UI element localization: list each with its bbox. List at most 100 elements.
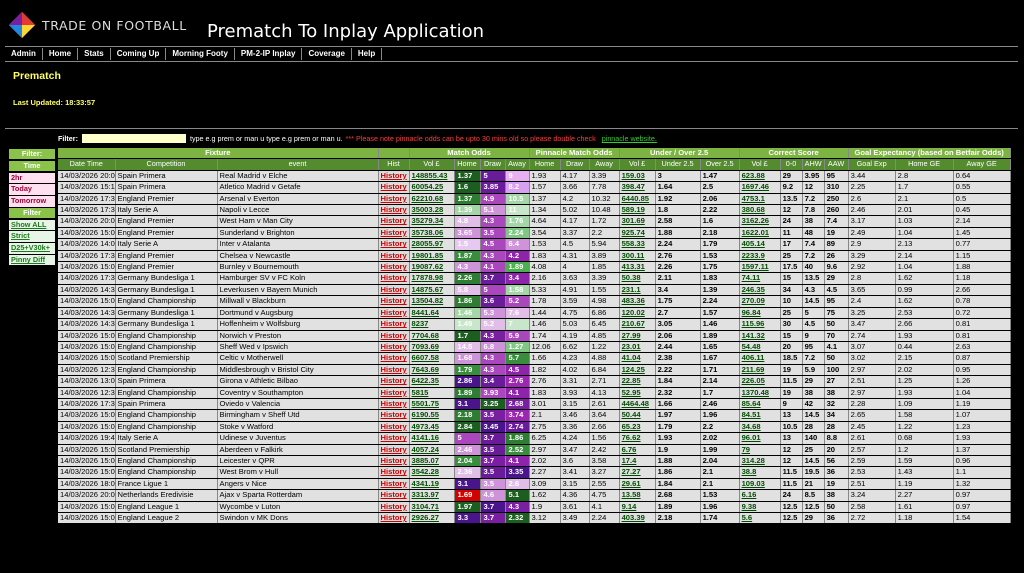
cell-cs-vol[interactable]: 1622.01 bbox=[739, 227, 781, 240]
cell-hist[interactable]: History bbox=[378, 238, 410, 251]
cell-hist[interactable]: History bbox=[378, 181, 410, 194]
cell-vol[interactable]: 60054.25 bbox=[409, 181, 455, 194]
cell-vol[interactable]: 8441.64 bbox=[409, 307, 455, 320]
cell-vol[interactable]: 3885.07 bbox=[409, 455, 455, 468]
nav-admin[interactable]: Admin bbox=[5, 48, 43, 60]
cell-hist[interactable]: History bbox=[378, 489, 410, 502]
cell-vol[interactable]: 5501.75 bbox=[409, 398, 455, 411]
cell-hist[interactable]: History bbox=[378, 352, 410, 365]
cell-vol[interactable]: 17878.98 bbox=[409, 272, 455, 285]
cell-vol[interactable]: 3104.71 bbox=[409, 501, 455, 514]
cell-hist[interactable]: History bbox=[378, 215, 410, 228]
cell-vol[interactable]: 4341.19 bbox=[409, 478, 455, 491]
time-2hr[interactable]: 2hr bbox=[9, 172, 55, 183]
cell-hist[interactable]: History bbox=[378, 375, 410, 388]
cell-ou-vol[interactable]: 50.44 bbox=[619, 409, 656, 422]
cell-ou-vol[interactable]: 558.33 bbox=[619, 238, 656, 251]
cell-ou-vol[interactable]: 13.58 bbox=[619, 489, 656, 502]
cell-cs-vol[interactable]: 96.84 bbox=[739, 307, 781, 320]
cell-cs-vol[interactable]: 246.35 bbox=[739, 284, 781, 297]
cell-cs-vol[interactable]: 109.03 bbox=[739, 478, 781, 491]
cell-vol[interactable]: 35003.28 bbox=[409, 204, 455, 217]
cell-vol[interactable]: 4973.45 bbox=[409, 421, 455, 434]
cell-cs-vol[interactable]: 380.68 bbox=[739, 204, 781, 217]
nav-stats[interactable]: Stats bbox=[78, 48, 111, 60]
cell-hist[interactable]: History bbox=[378, 444, 410, 456]
nav-pm-2-ip-inplay[interactable]: PM-2-IP Inplay bbox=[235, 48, 303, 60]
cell-ou-vol[interactable]: 398.47 bbox=[619, 181, 656, 194]
cell-ou-vol[interactable]: 403.39 bbox=[619, 512, 656, 525]
cell-vol[interactable]: 3542.28 bbox=[409, 466, 455, 479]
cell-vol[interactable]: 62210.68 bbox=[409, 193, 455, 206]
cell-ou-vol[interactable]: 76.62 bbox=[619, 432, 656, 445]
cell-vol[interactable]: 6190.55 bbox=[409, 409, 455, 422]
cell-hist[interactable]: History bbox=[378, 478, 410, 491]
cell-ou-vol[interactable]: 52.95 bbox=[619, 387, 656, 399]
cell-hist[interactable]: History bbox=[378, 421, 410, 434]
cell-cs-vol[interactable]: 4753.1 bbox=[739, 193, 781, 206]
cell-hist[interactable]: History bbox=[378, 307, 410, 320]
nav-help[interactable]: Help bbox=[352, 48, 383, 60]
cell-cs-vol[interactable]: 34.68 bbox=[739, 421, 781, 434]
cell-cs-vol[interactable]: 6.16 bbox=[739, 489, 781, 502]
cell-ou-vol[interactable]: 413.31 bbox=[619, 261, 656, 274]
cell-vol[interactable]: 35738.06 bbox=[409, 227, 455, 240]
cell-cs-vol[interactable]: 1697.46 bbox=[739, 181, 781, 194]
filter-show-all[interactable]: Show ALL bbox=[9, 219, 55, 231]
cell-ou-vol[interactable]: 27.99 bbox=[619, 330, 656, 342]
filter-input[interactable] bbox=[81, 134, 186, 143]
cell-cs-vol[interactable]: 1597.11 bbox=[739, 261, 781, 274]
cell-vol[interactable]: 19801.85 bbox=[409, 250, 455, 263]
cell-cs-vol[interactable]: 226.05 bbox=[739, 375, 781, 388]
nav-home[interactable]: Home bbox=[43, 48, 79, 60]
cell-cs-vol[interactable]: 211.69 bbox=[739, 364, 781, 377]
cell-cs-vol[interactable]: 623.88 bbox=[739, 170, 781, 183]
cell-ou-vol[interactable]: 483.36 bbox=[619, 295, 656, 308]
cell-ou-vol[interactable]: 65.23 bbox=[619, 421, 656, 434]
cell-cs-vol[interactable]: 270.09 bbox=[739, 295, 781, 308]
filter-strict[interactable]: Strict bbox=[9, 231, 55, 242]
cell-hist[interactable]: History bbox=[378, 409, 410, 422]
cell-vol[interactable]: 19087.62 bbox=[409, 261, 455, 274]
cell-ou-vol[interactable]: 300.11 bbox=[619, 250, 656, 263]
pinnacle-link[interactable]: pinnacle website. bbox=[602, 134, 657, 143]
nav-coverage[interactable]: Coverage bbox=[302, 48, 352, 60]
cell-hist[interactable]: History bbox=[378, 501, 410, 514]
cell-vol[interactable]: 4057.24 bbox=[409, 444, 455, 456]
cell-hist[interactable]: History bbox=[378, 295, 410, 308]
time-tomorrow[interactable]: Tomorrow bbox=[9, 196, 55, 207]
cell-cs-vol[interactable]: 74.11 bbox=[739, 272, 781, 285]
brand[interactable]: TRADE ON FOOTBALL bbox=[8, 11, 187, 39]
cell-cs-vol[interactable]: 1370.48 bbox=[739, 387, 781, 399]
cell-hist[interactable]: History bbox=[378, 170, 410, 183]
cell-vol[interactable]: 6422.35 bbox=[409, 375, 455, 388]
col-vol[interactable]: Vol £ bbox=[409, 158, 455, 171]
cell-ou-vol[interactable]: 124.25 bbox=[619, 364, 656, 377]
cell-cs-vol[interactable]: 9.38 bbox=[739, 501, 781, 514]
cell-cs-vol[interactable]: 406.11 bbox=[739, 352, 781, 365]
cell-hist[interactable]: History bbox=[378, 250, 410, 263]
cell-hist[interactable]: History bbox=[378, 512, 410, 525]
cell-ou-vol[interactable]: 159.03 bbox=[619, 170, 656, 183]
cell-cs-vol[interactable]: 314.28 bbox=[739, 455, 781, 468]
cell-vol[interactable]: 5815 bbox=[409, 387, 455, 399]
col-date-time[interactable]: Date Time bbox=[58, 158, 116, 171]
cell-hist[interactable]: History bbox=[378, 204, 410, 217]
cell-vol[interactable]: 7643.69 bbox=[409, 364, 455, 377]
cell-vol[interactable]: 148855.43 bbox=[409, 170, 455, 183]
cell-cs-vol[interactable]: 84.51 bbox=[739, 409, 781, 422]
cell-hist[interactable]: History bbox=[378, 387, 410, 399]
cell-ou-vol[interactable]: 22.85 bbox=[619, 375, 656, 388]
cell-vol[interactable]: 6607.58 bbox=[409, 352, 455, 365]
cell-cs-vol[interactable]: 5.6 bbox=[739, 512, 781, 525]
cell-cs-vol[interactable]: 141.32 bbox=[739, 330, 781, 342]
cell-hist[interactable]: History bbox=[378, 455, 410, 468]
cell-vol[interactable]: 28055.97 bbox=[409, 238, 455, 251]
cell-cs-vol[interactable]: 79 bbox=[739, 444, 781, 456]
cell-vol[interactable]: 3313.97 bbox=[409, 489, 455, 502]
cell-vol[interactable]: 8237 bbox=[409, 318, 455, 331]
cell-ou-vol[interactable]: 17.4 bbox=[619, 455, 656, 468]
cell-ou-vol[interactable]: 6440.85 bbox=[619, 193, 656, 206]
cell-ou-vol[interactable]: 9.14 bbox=[619, 501, 656, 514]
cell-cs-vol[interactable]: 405.14 bbox=[739, 238, 781, 251]
